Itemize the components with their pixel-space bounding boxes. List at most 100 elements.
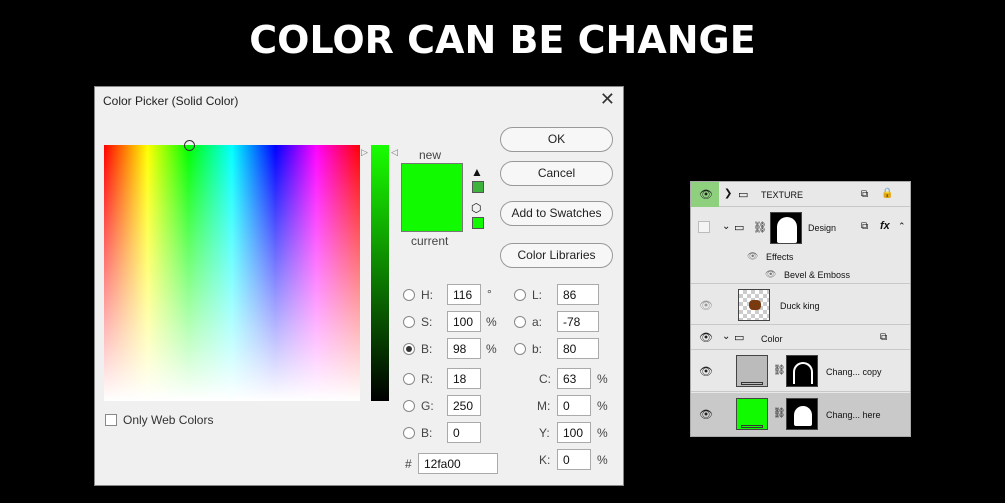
linked-smart-icon: ⧉	[880, 332, 888, 343]
s-label: S:	[421, 315, 433, 329]
a-label: a:	[532, 315, 543, 329]
rgb-b-label: B:	[421, 426, 433, 440]
h-radio[interactable]	[403, 289, 415, 301]
layer-row-texture[interactable]: 👁 ❯ ▭ TEXTURE ⧉ 🔒	[691, 182, 910, 207]
eye-icon[interactable]: 👁	[699, 331, 713, 344]
eye-icon[interactable]: 👁	[699, 188, 713, 201]
y-unit: %	[597, 426, 608, 440]
rgb-b-input[interactable]: 0	[447, 422, 481, 443]
green-fill-thumbnail[interactable]	[736, 398, 768, 430]
duck-king-thumbnail[interactable]	[738, 289, 770, 321]
hex-input[interactable]: 12fa00	[418, 453, 498, 474]
color-libraries-button[interactable]: Color Libraries	[500, 243, 613, 268]
g-input[interactable]: 250	[447, 395, 481, 416]
chain-link-icon: ⛓	[773, 408, 786, 419]
c-label: C:	[539, 372, 551, 386]
m-input[interactable]: 0	[557, 395, 591, 416]
slider-handle-left-icon[interactable]: ▷	[361, 147, 368, 158]
collapse-chevron-icon[interactable]: ⌄	[722, 221, 730, 232]
chain-link-icon: ⛓	[773, 365, 786, 376]
y-label: Y:	[539, 426, 550, 440]
new-color-swatch	[401, 163, 463, 199]
solid-fill-thumbnail[interactable]	[736, 355, 768, 387]
folder-icon: ▭	[734, 222, 745, 234]
eye-icon[interactable]: 👁	[747, 251, 758, 262]
layer-name-duck-king[interactable]: Duck king	[780, 301, 820, 311]
add-to-swatches-button[interactable]: Add to Swatches	[500, 201, 613, 226]
g-radio[interactable]	[403, 400, 415, 412]
layer-row-change-here[interactable]: 👁 ⛓ Chang... here	[691, 393, 910, 436]
y-input[interactable]: 100	[557, 422, 591, 443]
folder-icon: ▭	[738, 189, 749, 201]
b-unit: %	[486, 342, 497, 356]
design-mask-thumbnail[interactable]	[770, 212, 802, 244]
lab-b-input[interactable]: 80	[557, 338, 599, 359]
gamut-warning-swatch[interactable]	[472, 181, 484, 193]
mask-thumbnail[interactable]	[786, 355, 818, 387]
cancel-button[interactable]: Cancel	[500, 161, 613, 186]
l-radio[interactable]	[514, 289, 526, 301]
ok-button[interactable]: OK	[500, 127, 613, 152]
layer-row-change-copy[interactable]: 👁 ⛓ Chang... copy	[691, 351, 910, 392]
mask-thumbnail[interactable]	[786, 398, 818, 430]
b-input[interactable]: 98	[447, 338, 481, 359]
only-web-colors-checkbox[interactable]	[105, 414, 117, 426]
layer-name-color[interactable]: Color	[761, 334, 783, 344]
layer-name-design[interactable]: Design	[808, 223, 836, 233]
expand-chevron-icon[interactable]: ❯	[724, 188, 732, 199]
current-color-swatch[interactable]	[401, 199, 463, 232]
saturation-brightness-field[interactable]	[104, 140, 360, 401]
slider-handle-right-icon[interactable]: ◁	[391, 147, 398, 158]
web-safe-swatch[interactable]	[472, 217, 484, 229]
linked-smart-icon: ⧉	[861, 189, 869, 200]
fx-icon[interactable]: fx	[880, 220, 890, 232]
layer-row-duck-king[interactable]: 👁 Duck king	[691, 285, 910, 325]
layer-name-change-copy[interactable]: Chang... copy	[826, 367, 882, 377]
collapse-up-icon[interactable]: ⌃	[898, 221, 906, 232]
h-label: H:	[421, 288, 433, 302]
lab-b-radio[interactable]	[514, 343, 526, 355]
layers-panel: 👁 ❯ ▭ TEXTURE ⧉ 🔒 ⌄ ▭ ⛓ Design ⧉ fx ⌃ 👁 …	[690, 181, 911, 437]
hue-slider[interactable]	[371, 145, 389, 401]
k-input[interactable]: 0	[557, 449, 591, 470]
collapse-chevron-icon[interactable]: ⌄	[722, 331, 730, 342]
b-radio[interactable]	[403, 343, 415, 355]
a-input[interactable]: -78	[557, 311, 599, 332]
s-radio[interactable]	[403, 316, 415, 328]
lab-b-label: b:	[532, 342, 543, 356]
only-web-colors-label: Only Web Colors	[123, 413, 214, 427]
r-input[interactable]: 18	[447, 368, 481, 389]
r-radio[interactable]	[403, 373, 415, 385]
layer-name-change-here[interactable]: Chang... here	[826, 410, 881, 420]
b-label: B:	[421, 342, 433, 356]
h-input[interactable]: 116	[447, 284, 481, 305]
s-input[interactable]: 100	[447, 311, 481, 332]
eye-icon[interactable]: 👁	[699, 365, 713, 378]
l-label: L:	[532, 288, 543, 302]
warning-icon: ▲	[471, 165, 483, 179]
layer-name-texture[interactable]: TEXTURE	[761, 190, 803, 200]
eye-icon[interactable]: 👁	[699, 408, 713, 421]
l-input[interactable]: 86	[557, 284, 599, 305]
rgb-b-radio[interactable]	[403, 427, 415, 439]
close-icon[interactable]: ✕	[600, 89, 615, 110]
g-label: G:	[421, 399, 434, 413]
bevel-emboss-row[interactable]: 👁 Bevel & Emboss	[691, 266, 910, 284]
color-field-marker[interactable]	[184, 140, 195, 151]
effects-row[interactable]: 👁 Effects	[691, 248, 910, 266]
dialog-title: Color Picker (Solid Color)	[103, 94, 239, 108]
bevel-emboss-label[interactable]: Bevel & Emboss	[784, 270, 850, 280]
effects-label[interactable]: Effects	[766, 252, 793, 262]
m-unit: %	[597, 399, 608, 413]
c-input[interactable]: 63	[557, 368, 591, 389]
k-label: K:	[539, 453, 551, 467]
layer-row-color[interactable]: 👁 ⌄ ▭ Color ⧉	[691, 326, 910, 350]
headline: COLOR CAN BE CHANGE	[249, 18, 756, 62]
eye-icon[interactable]: 👁	[765, 269, 776, 280]
eye-icon[interactable]: 👁	[699, 299, 713, 312]
a-radio[interactable]	[514, 316, 526, 328]
new-label: new	[419, 148, 442, 162]
visibility-checkbox[interactable]	[698, 221, 710, 233]
layer-row-design[interactable]: ⌄ ▭ ⛓ Design ⧉ fx ⌃	[691, 208, 910, 248]
s-unit: %	[486, 315, 497, 329]
